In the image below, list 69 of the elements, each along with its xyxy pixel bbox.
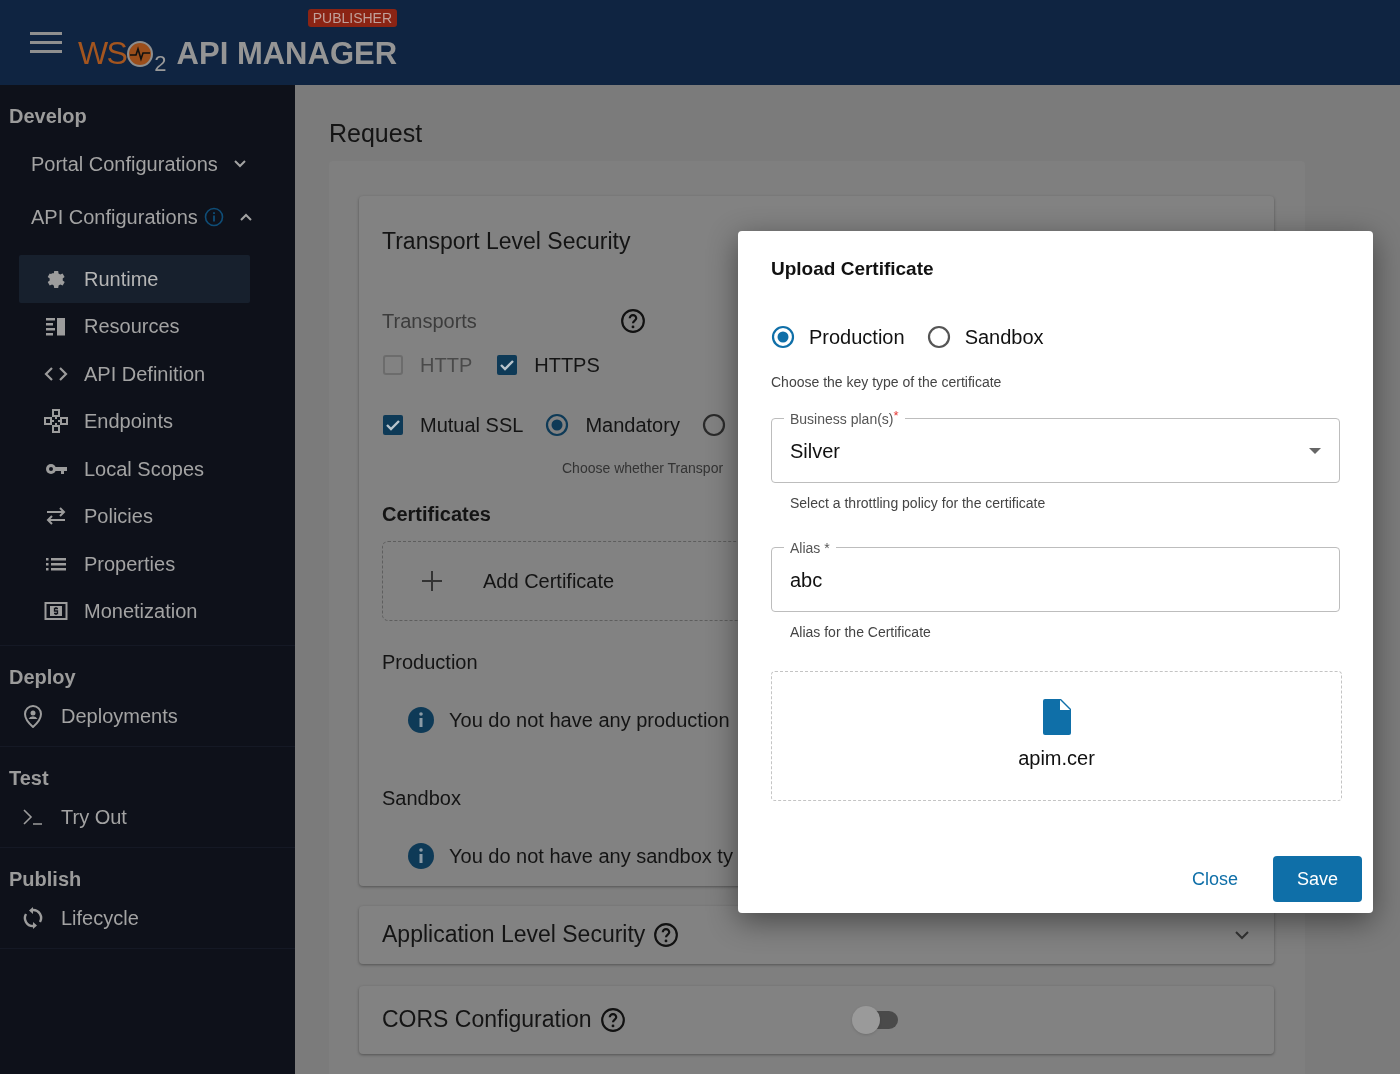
section-heading: Certificates (382, 502, 491, 527)
checkbox-label: HTTPS (534, 353, 600, 378)
save-button[interactable]: Save (1273, 856, 1362, 902)
group-title: Sandbox (382, 786, 461, 811)
nav-item[interactable]: Policies (19, 492, 250, 540)
info-icon (407, 842, 435, 870)
help-icon[interactable] (599, 1006, 626, 1033)
field-label: Transports (382, 309, 477, 334)
nav-item[interactable]: Monetization (19, 587, 250, 635)
nav-item[interactable]: Lifecycle (21, 898, 143, 938)
nav-item[interactable]: Deployments (21, 696, 182, 736)
help-icon[interactable] (620, 308, 646, 334)
radio-button[interactable] (701, 413, 726, 437)
nav-item[interactable]: Resources (19, 302, 250, 350)
location-person-icon (21, 704, 45, 728)
checkbox[interactable] (496, 354, 519, 376)
info-message: You do not have any sandbox ty (449, 844, 733, 869)
nav-item[interactable]: API Definition (19, 350, 250, 398)
checkbox-label: Mutual SSL (420, 413, 524, 438)
logo-subscript: 2 (154, 52, 167, 75)
card-title: Application Level Security (382, 920, 646, 950)
dialog-title: Upload Certificate (771, 257, 934, 281)
radio-label: Production (809, 324, 905, 350)
radio-label: Mandatory (585, 413, 680, 438)
nav-item[interactable]: Properties (19, 540, 250, 588)
info-icon (407, 706, 435, 734)
group-title: Production (382, 650, 478, 675)
checkbox[interactable] (382, 414, 404, 436)
radio-button[interactable] (771, 324, 795, 349)
helper-text: Alias for the Certificate (790, 622, 931, 642)
publisher-badge: PUBLISHER (307, 8, 398, 27)
application-security-card[interactable]: Application Level Security (359, 905, 1274, 964)
close-button[interactable]: Close (1190, 865, 1239, 893)
radio-button[interactable] (926, 324, 951, 349)
product-name: API MANAGER (176, 37, 398, 69)
refresh-icon (21, 906, 45, 930)
nav-item[interactable]: Try Out (21, 797, 131, 837)
menu-icon[interactable] (30, 31, 62, 54)
section-heading: Publish (8, 867, 83, 892)
dropdown-caret-icon (1309, 447, 1321, 454)
helper-text: Select a throttling policy for the certificate (790, 493, 1046, 513)
logo-icon (126, 39, 155, 68)
card-title: Transport Level Security (382, 226, 631, 256)
nav-group[interactable]: Portal Configurations (31, 144, 248, 184)
section-heading: Develop (8, 104, 88, 129)
file-name: apim.cer (1018, 745, 1095, 771)
nav-item[interactable]: Endpoints (19, 397, 250, 445)
logo-text: WS (78, 36, 127, 69)
checkbox-label: HTTP (420, 353, 473, 378)
nav-group[interactable]: API Configurations (31, 197, 254, 237)
info-message: You do not have any production (449, 708, 730, 733)
section-heading: Test (8, 766, 50, 791)
plus-icon (421, 570, 443, 592)
field-label: Alias * (789, 538, 831, 557)
card-title: CORS Configuration (382, 1005, 592, 1035)
radio-button[interactable] (545, 413, 570, 437)
helper-text: Choose the key type of the certificate (771, 372, 1002, 392)
radio-label: Sandbox (964, 324, 1044, 350)
file-icon (1042, 698, 1071, 735)
nav-item[interactable]: Runtime (19, 255, 250, 303)
field-label: Business plan(s)* (789, 409, 900, 428)
endpoints-icon (44, 409, 68, 434)
help-icon[interactable] (653, 921, 680, 948)
file-drop-zone[interactable]: apim.cer (771, 670, 1342, 801)
section-heading: Deploy (8, 665, 77, 690)
page-title: Request (329, 118, 423, 149)
helper-text: Choose whether Transpor (562, 459, 724, 478)
plan-select[interactable]: Business plan(s)* Silver (771, 409, 1340, 483)
nav-item[interactable]: Local Scopes (19, 445, 250, 493)
